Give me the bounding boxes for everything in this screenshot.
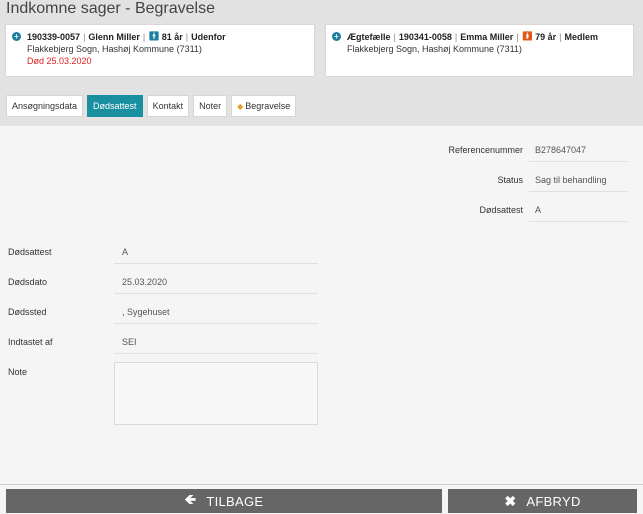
status-value: Sag til behandling — [529, 170, 627, 192]
note-label: Note — [8, 367, 28, 377]
male-icon: 🚹︎ — [148, 31, 160, 41]
applicant-card: + 190339-0057 | Glenn Miller | 🚹︎ 81 år … — [5, 24, 315, 77]
death-date-field: Dødsdato 25.03.2020 — [8, 272, 318, 294]
spouse-status: Medlem — [564, 31, 598, 42]
footer: 🡸 TILBAGE ✖ AFBRYD — [0, 484, 643, 514]
tab-noter[interactable]: Noter — [193, 95, 228, 117]
death-place-value: , Sygehuset — [114, 302, 318, 324]
spouse-location: Flakkebjerg Sogn, Hashøj Kommune (7311) — [347, 44, 522, 54]
spouse-age: 79 år — [535, 31, 557, 42]
summary-cert-label: Dødsattest — [479, 205, 523, 215]
cert-value: A — [114, 242, 318, 264]
applicant-name: Glenn Miller — [88, 31, 140, 42]
plus-circle-icon[interactable]: + — [12, 32, 21, 41]
spouse-cpr: 190341-0058 — [398, 31, 452, 42]
death-place-label: Dødssted — [8, 307, 47, 317]
entered-by-field: Indtastet af SEI — [8, 332, 318, 354]
note-textarea[interactable] — [114, 362, 318, 425]
tab-begravelse-label: Begravelse — [245, 101, 291, 111]
tab-doedsattest[interactable]: Dødsattest — [87, 95, 143, 117]
cancel-button[interactable]: ✖ AFBRYD — [448, 489, 637, 513]
header: Indkomne sager - Begravelse + 190339-005… — [0, 0, 643, 126]
diamond-icon: ◆ — [237, 101, 244, 111]
death-place-field: Dødssted , Sygehuset — [8, 302, 318, 324]
main-content: Referencenummer B278647047 Status Sag ti… — [0, 126, 643, 484]
back-button[interactable]: 🡸 TILBAGE — [6, 489, 442, 513]
cert-label: Dødsattest — [8, 247, 52, 257]
cert-field: Dødsattest A — [8, 242, 318, 264]
summary-cert-value: A — [529, 200, 627, 222]
summary-cert-field: Dødsattest A — [440, 200, 633, 222]
entered-by-label: Indtastet af — [8, 337, 53, 347]
entered-by-value: SEI — [114, 332, 318, 354]
female-icon: 🚺︎ — [521, 31, 534, 41]
back-button-label: TILBAGE — [206, 493, 264, 509]
tab-kontakt[interactable]: Kontakt — [146, 95, 190, 117]
close-icon: ✖ — [504, 492, 517, 509]
plus-circle-icon[interactable]: + — [332, 32, 341, 41]
death-date-label: Dødsdato — [8, 277, 48, 287]
reference-label: Referencenummer — [448, 145, 523, 155]
status-field: Status Sag til behandling — [440, 170, 633, 192]
spouse-relation: Ægtefælle — [347, 31, 391, 42]
applicant-death: Død 25.03.2020 — [27, 56, 92, 66]
applicant-location: Flakkebjerg Sogn, Hashøj Kommune (7311) — [27, 44, 202, 54]
reference-value: B278647047 — [529, 140, 627, 162]
spouse-name: Emma Miller — [460, 31, 514, 42]
tab-ansoegningsdata[interactable]: Ansøgningsdata — [6, 95, 84, 117]
tab-bar: Ansøgningsdata Dødsattest Kontakt Noter … — [6, 95, 297, 117]
status-label: Status — [497, 175, 523, 185]
applicant-status: Udenfor — [191, 31, 226, 42]
reference-field: Referencenummer B278647047 — [440, 140, 633, 162]
spouse-card: + Ægtefælle | 190341-0058 | Emma Miller … — [325, 24, 634, 77]
page-title: Indkomne sager - Begravelse — [6, 0, 215, 17]
tab-begravelse[interactable]: ◆ Begravelse — [231, 95, 297, 117]
death-date-value: 25.03.2020 — [114, 272, 318, 294]
applicant-age: 81 år — [161, 31, 183, 42]
applicant-cpr: 190339-0057 — [27, 31, 81, 42]
note-field: Note — [8, 362, 318, 425]
arrow-left-icon: 🡸 — [184, 491, 197, 507]
cancel-button-label: AFBRYD — [526, 493, 581, 509]
